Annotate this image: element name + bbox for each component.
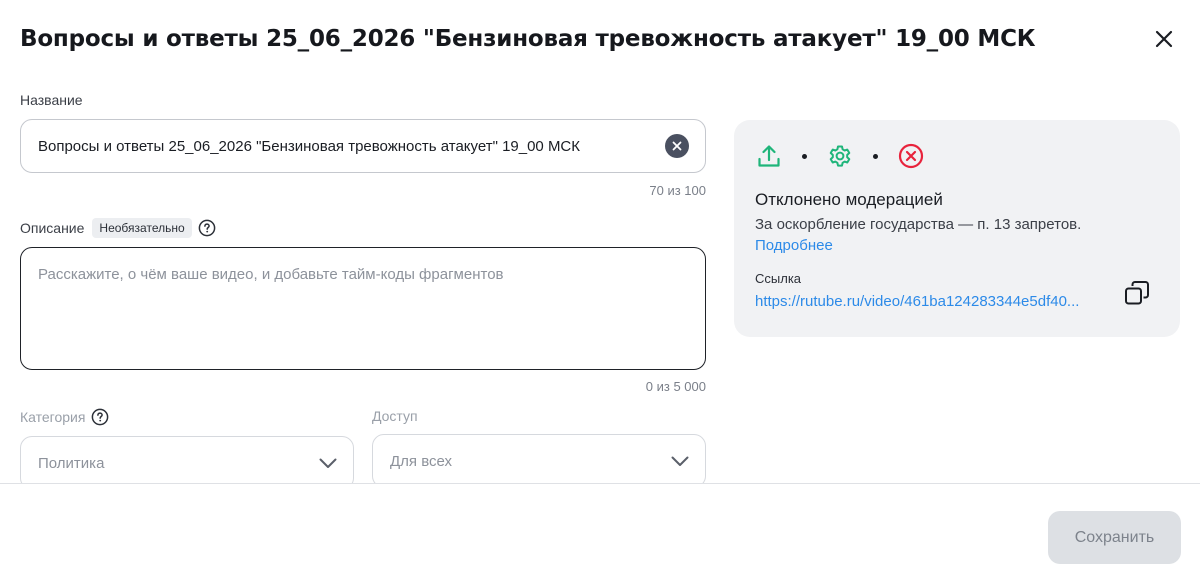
access-select[interactable]: Для всех [372, 434, 706, 488]
step-separator [873, 153, 878, 159]
title-input-value[interactable]: Вопросы и ответы 25_06_2026 "Бензиновая … [38, 138, 580, 155]
help-icon[interactable] [91, 408, 109, 426]
title-input[interactable]: Вопросы и ответы 25_06_2026 "Бензиновая … [20, 119, 706, 173]
access-label: Доступ [372, 408, 418, 424]
link-row: https://rutube.ru/video/461ba124283344e5… [755, 280, 1159, 310]
chevron-down-icon [671, 456, 689, 466]
save-button[interactable]: Сохранить [1048, 511, 1181, 564]
status-steps [755, 142, 1159, 170]
close-icon [1155, 30, 1173, 48]
help-icon[interactable] [198, 219, 216, 237]
more-details-link[interactable]: Подробнее [755, 237, 833, 254]
chevron-down-icon [319, 458, 337, 468]
optional-badge: Необязательно [92, 218, 192, 238]
category-label-row: Категория [20, 408, 354, 426]
select-row: Категория Политика Доступ Для всех [20, 408, 706, 490]
close-button[interactable] [1148, 23, 1180, 55]
upload-icon [755, 142, 783, 170]
access-value: Для всех [390, 452, 453, 470]
description-counter: 0 из 5 000 [645, 379, 706, 394]
status-title: Отклонено модерацией [755, 190, 943, 209]
status-card: Отклонено модерацией За оскорбление госу… [734, 120, 1180, 337]
access-column: Доступ Для всех [372, 408, 706, 490]
clear-icon [672, 141, 682, 151]
footer [0, 484, 1200, 580]
gear-icon [826, 142, 854, 170]
footer-divider [0, 483, 1200, 484]
category-label: Категория [20, 409, 86, 425]
clear-title-button[interactable] [665, 134, 689, 158]
description-label: Описание [20, 220, 85, 236]
link-label: Ссылка [755, 271, 802, 286]
form-column: Название Вопросы и ответы 25_06_2026 "Бе… [20, 92, 706, 490]
description-placeholder: Расскажите, о чём ваше видео, и добавьте… [38, 266, 504, 283]
category-value: Политика [38, 454, 105, 472]
copy-link-button[interactable] [1123, 279, 1151, 307]
status-reason: За оскорбление государства — п. 13 запре… [755, 216, 1082, 233]
modal-title: Вопросы и ответы 25_06_2026 "Бензиновая … [20, 26, 1036, 52]
description-label-row: Описание Необязательно [20, 218, 706, 238]
edit-video-modal: Вопросы и ответы 25_06_2026 "Бензиновая … [0, 0, 1200, 580]
category-select[interactable]: Политика [20, 436, 354, 490]
rejected-icon [897, 142, 925, 170]
copy-icon [1125, 280, 1149, 304]
step-separator [802, 153, 807, 159]
title-counter: 70 из 100 [649, 183, 706, 198]
description-textarea[interactable]: Расскажите, о чём ваше видео, и добавьте… [20, 247, 706, 370]
title-label: Название [20, 92, 83, 108]
video-link[interactable]: https://rutube.ru/video/461ba124283344e5… [755, 293, 1079, 310]
category-column: Категория Политика [20, 408, 354, 490]
modal-header: Вопросы и ответы 25_06_2026 "Бензиновая … [20, 0, 1180, 78]
